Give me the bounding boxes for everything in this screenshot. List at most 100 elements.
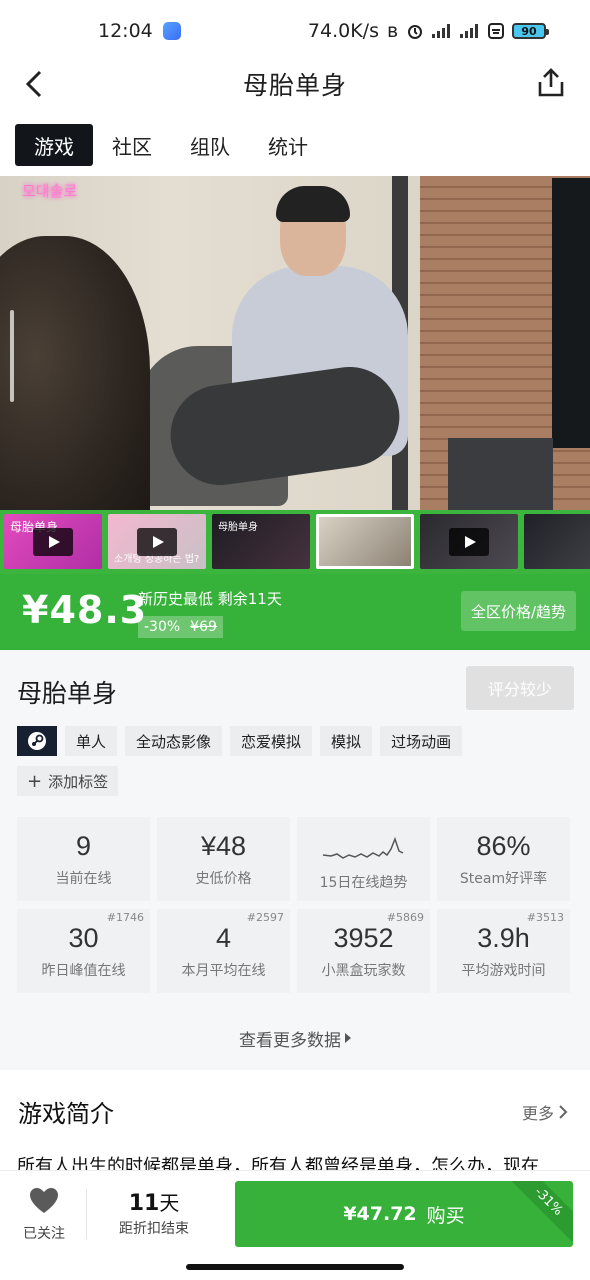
stat-label: 史低价格 bbox=[195, 871, 252, 887]
page-title: 母胎单身 bbox=[242, 71, 347, 100]
app-notification-icon bbox=[162, 22, 181, 40]
tag-item[interactable]: 全动态影像 bbox=[125, 726, 223, 756]
top-nav: 母胎单身 bbox=[0, 62, 590, 106]
tab-team[interactable]: 组队 bbox=[171, 124, 249, 166]
add-tag-label: 添加标签 bbox=[48, 772, 109, 791]
tab-community[interactable]: 社区 bbox=[93, 124, 171, 166]
trend-sparkline bbox=[322, 836, 404, 859]
discount-countdown: 11天 距折扣结束 bbox=[104, 1187, 204, 1238]
stat-label: 15日在线趋势 bbox=[319, 875, 408, 891]
stat-value: 3952 bbox=[333, 923, 394, 953]
hero-person-hair bbox=[276, 186, 350, 222]
more-data-label: 查看更多数据 bbox=[239, 1030, 341, 1051]
tab-stats[interactable]: 统计 bbox=[249, 124, 327, 166]
follow-label: 已关注 bbox=[23, 1226, 65, 1242]
stat-value: 3.9h bbox=[477, 923, 530, 953]
wifi-icon bbox=[488, 23, 504, 39]
stat-steam-rating[interactable]: 86% Steam好评率 bbox=[437, 817, 570, 901]
stat-value: ¥48 bbox=[200, 831, 247, 861]
intro-more-link[interactable]: 更多 bbox=[522, 1100, 568, 1124]
hero-watermark: 모대솔로 bbox=[22, 182, 78, 200]
countdown-days-unit: 天 bbox=[159, 1191, 180, 1215]
follow-button[interactable]: 已关注 bbox=[16, 1187, 72, 1243]
tag-item[interactable]: 模拟 bbox=[320, 726, 373, 756]
tag-item[interactable]: 过场动画 bbox=[380, 726, 463, 756]
heart-icon bbox=[30, 1188, 58, 1213]
signal-icon-1 bbox=[432, 24, 452, 38]
hero-tv bbox=[552, 178, 590, 448]
stat-lowest-price[interactable]: ¥48 史低价格 bbox=[157, 817, 290, 901]
thumbnail-label: 母胎单身 bbox=[218, 522, 258, 533]
signal-icon-2 bbox=[460, 24, 480, 38]
share-icon bbox=[538, 68, 564, 97]
tab-game[interactable]: 游戏 bbox=[15, 124, 93, 166]
countdown-days: 11天 bbox=[104, 1187, 204, 1216]
region-price-button[interactable]: 全区价格/趋势 bbox=[460, 591, 576, 631]
hero-media[interactable]: 모대솔로 bbox=[0, 176, 590, 510]
stat-label: 当前在线 bbox=[55, 871, 112, 887]
divider bbox=[86, 1189, 87, 1239]
stat-value: 86% bbox=[476, 831, 531, 861]
steam-icon bbox=[28, 732, 46, 750]
buy-price: ¥47.72 bbox=[343, 1203, 417, 1225]
thumbnail-5[interactable] bbox=[420, 514, 518, 569]
stat-value: 4 bbox=[215, 923, 232, 953]
alarm-icon bbox=[408, 25, 422, 39]
intro-heading: 游戏简介 bbox=[18, 1100, 114, 1128]
price-note: 新历史最低 剩余11天 bbox=[138, 590, 282, 608]
stat-label: 平均游戏时间 bbox=[461, 963, 546, 979]
buy-button[interactable]: ¥47.72 购买 -31% bbox=[235, 1181, 573, 1247]
steam-platform-tag[interactable] bbox=[17, 726, 57, 756]
stat-value: 30 bbox=[68, 923, 99, 953]
stat-label: 本月平均在线 bbox=[181, 963, 266, 979]
stat-value: 9 bbox=[75, 831, 92, 861]
caret-right-icon bbox=[345, 1033, 351, 1043]
home-indicator[interactable] bbox=[186, 1264, 404, 1270]
stat-average-playtime[interactable]: #3513 3.9h 平均游戏时间 bbox=[437, 909, 570, 993]
score-button[interactable]: 评分较少 bbox=[466, 666, 574, 710]
chevron-right-icon bbox=[559, 1105, 568, 1119]
stat-yesterday-peak[interactable]: #1746 30 昨日峰值在线 bbox=[17, 909, 150, 993]
stat-current-online[interactable]: 9 当前在线 bbox=[17, 817, 150, 901]
discount-badge: -30% ¥69 bbox=[138, 616, 223, 638]
hero-shelf bbox=[448, 438, 553, 510]
stat-label: 昨日峰值在线 bbox=[41, 963, 126, 979]
tab-bar: 游戏 社区 组队 统计 bbox=[15, 124, 327, 166]
play-icon bbox=[449, 527, 489, 556]
network-speed: 74.0K/s bbox=[307, 20, 379, 42]
thumbnail-1[interactable]: 母胎单身 bbox=[4, 514, 102, 569]
bluetooth-icon: ʙ bbox=[386, 20, 398, 42]
tag-item[interactable]: 单人 bbox=[65, 726, 118, 756]
thumbnail-4-selected[interactable] bbox=[316, 514, 414, 569]
discount-ribbon: -31% bbox=[508, 1181, 573, 1242]
stat-month-average[interactable]: #2597 4 本月平均在线 bbox=[157, 909, 290, 993]
more-data-link[interactable]: 查看更多数据 bbox=[0, 1012, 590, 1064]
status-time: 12:04 bbox=[98, 20, 153, 42]
original-price: ¥69 bbox=[190, 619, 217, 635]
thumbnail-3[interactable]: 母胎单身 bbox=[212, 514, 310, 569]
tag-item[interactable]: 恋爱模拟 bbox=[230, 726, 313, 756]
stat-heybox-players[interactable]: #5869 3952 小黑盒玩家数 bbox=[297, 909, 430, 993]
countdown-label: 距折扣结束 bbox=[119, 1221, 189, 1237]
stat-online-trend[interactable]: 15日在线趋势 bbox=[297, 817, 430, 901]
intro-more-label: 更多 bbox=[521, 1104, 554, 1123]
share-button[interactable] bbox=[534, 64, 568, 102]
current-price: ¥48.3 bbox=[22, 588, 148, 632]
game-title: 母胎单身 bbox=[17, 679, 118, 708]
plus-icon: + bbox=[27, 770, 43, 792]
countdown-days-value: 11 bbox=[128, 1191, 160, 1216]
play-icon bbox=[33, 527, 73, 556]
stat-label: Steam好评率 bbox=[459, 871, 548, 887]
play-icon bbox=[137, 527, 177, 556]
tag-row: 单人 全动态影像 恋爱模拟 模拟 过场动画 bbox=[17, 726, 463, 756]
media-thumbnails: 母胎单身 소개팅 성공하는 법? 母胎单身 bbox=[0, 510, 590, 574]
thumbnail-6[interactable] bbox=[524, 514, 590, 569]
thumbnail-2[interactable]: 소개팅 성공하는 법? bbox=[108, 514, 206, 569]
add-tag-button[interactable]: + 添加标签 bbox=[17, 766, 119, 796]
hero-scroll-indicator bbox=[10, 310, 14, 402]
battery-icon: 90 bbox=[512, 23, 549, 39]
price-banner: ¥48.3 新历史最低 剩余11天 -30% ¥69 全区价格/趋势 bbox=[0, 574, 590, 650]
game-info-panel: 母胎单身 评分较少 单人 全动态影像 恋爱模拟 模拟 过场动画 + 添加标签 9… bbox=[0, 650, 590, 1070]
stat-label: 小黑盒玩家数 bbox=[321, 963, 406, 979]
buy-label: 购买 bbox=[426, 1204, 465, 1227]
